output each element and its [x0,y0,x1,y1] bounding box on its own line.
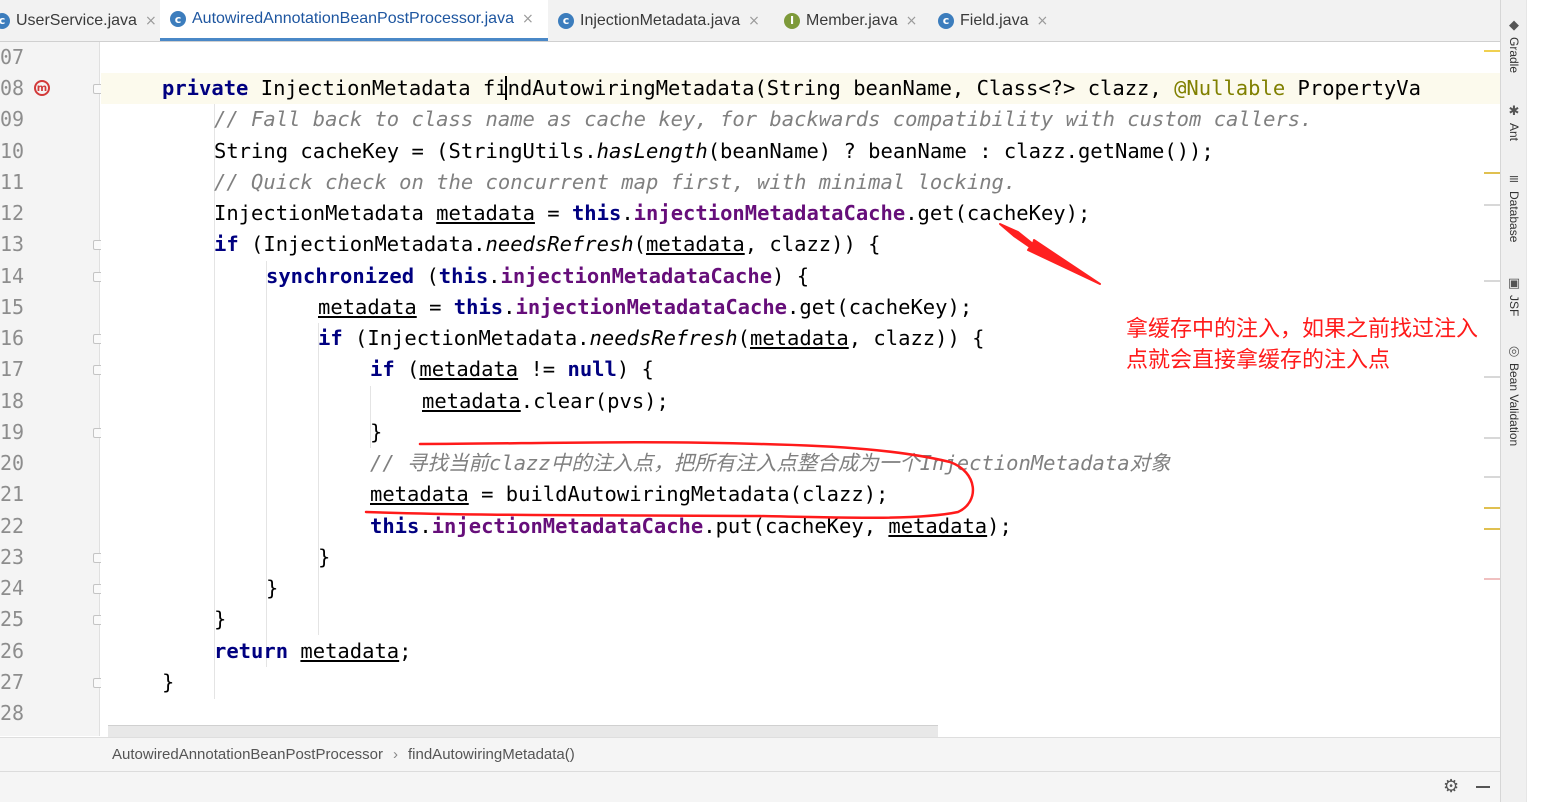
gear-icon[interactable]: ⚙ [1443,776,1459,797]
annotation-line-1: 拿缓存中的注入，如果之前找过注入 [1126,317,1479,342]
annotation-line-2: 点就会直接拿缓存的注入点 [1126,348,1391,373]
breadcrumb-class[interactable]: AutowiredAnnotationBeanPostProcessor [112,746,383,763]
annotation-circle [364,440,975,520]
breadcrumb: AutowiredAnnotationBeanPostProcessor › f… [0,737,1500,771]
annotation-overlay [364,223,1101,520]
annotation-note: 拿缓存中的注入，如果之前找过注入 点就会直接拿缓存的注入点 [1126,314,1526,376]
annotation-arrow [999,223,1101,285]
minimize-icon[interactable] [1476,786,1490,788]
status-bar: ⚙ [0,771,1500,802]
breadcrumb-separator: › [393,746,398,763]
breadcrumb-method[interactable]: findAutowiringMetadata() [408,746,575,763]
